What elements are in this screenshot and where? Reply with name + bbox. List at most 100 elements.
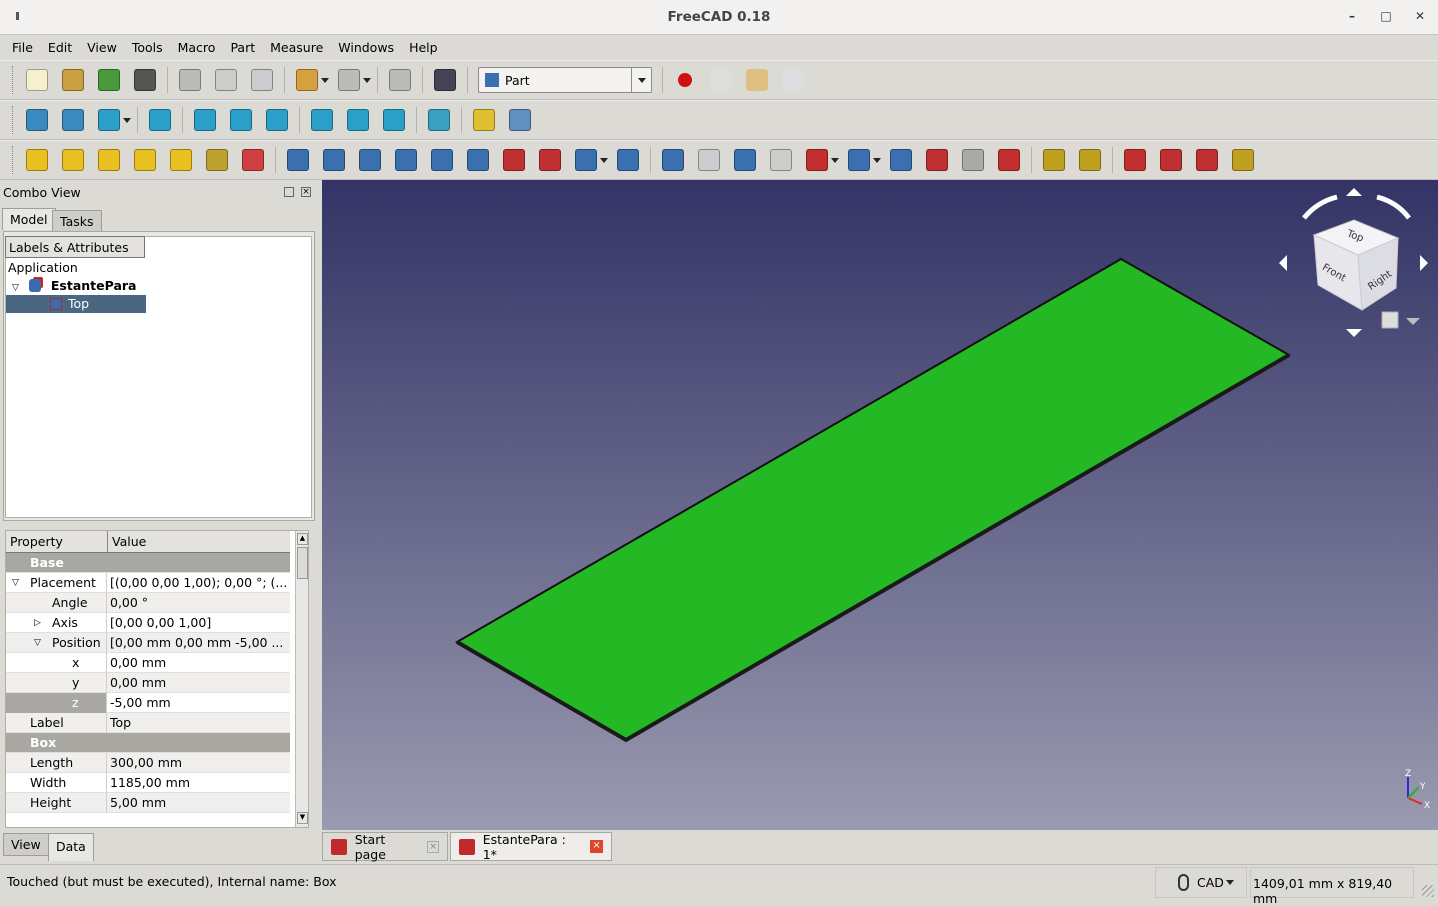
menu-file[interactable]: File <box>6 37 39 59</box>
property-value[interactable]: -5,00 mm <box>110 693 290 713</box>
float-panel-icon[interactable] <box>284 187 294 197</box>
menu-macro[interactable]: Macro <box>172 37 222 59</box>
view-left-icon[interactable] <box>383 109 405 131</box>
property-value[interactable]: [0,00 0,00 1,00] <box>110 613 290 633</box>
property-value[interactable]: [(0,00 0,00 1,00); 0,00 °; (... <box>110 573 290 593</box>
property-row-placement[interactable]: ▽ Placement [(0,00 0,00 1,00); 0,00 °; (..… <box>6 573 290 593</box>
toggle-3d-icon[interactable] <box>1232 149 1254 171</box>
measure-angular-icon[interactable] <box>1079 149 1101 171</box>
loft-icon[interactable] <box>539 149 561 171</box>
menu-view[interactable]: View <box>81 37 123 59</box>
close-tab-icon[interactable]: × <box>427 840 439 853</box>
sphere-icon[interactable] <box>98 149 120 171</box>
chevron-down-icon[interactable] <box>631 68 651 92</box>
view-top-icon[interactable] <box>230 109 252 131</box>
check-geometry-icon[interactable] <box>926 149 948 171</box>
expand-arrow-icon[interactable]: ▷ <box>34 613 41 633</box>
copy-icon[interactable] <box>215 69 237 91</box>
property-value[interactable]: [0,00 mm 0,00 mm -5,00 ... <box>110 633 290 653</box>
tree-item-top[interactable]: Top <box>6 295 146 313</box>
stop-macro-icon[interactable] <box>710 69 732 91</box>
import-icon[interactable] <box>98 69 120 91</box>
redo-icon[interactable] <box>338 69 360 91</box>
group-icon[interactable] <box>509 109 531 131</box>
refresh-icon[interactable] <box>389 69 411 91</box>
cross-sections-icon[interactable] <box>998 149 1020 171</box>
box-icon[interactable] <box>26 149 48 171</box>
run-macro-icon[interactable] <box>782 69 804 91</box>
compound-icon[interactable] <box>890 149 912 171</box>
fuse-icon[interactable] <box>734 149 756 171</box>
view-right-icon[interactable] <box>266 109 288 131</box>
whats-this-icon[interactable] <box>434 69 456 91</box>
toolbar-handle[interactable] <box>12 66 15 94</box>
new-document-icon[interactable] <box>26 69 48 91</box>
dropdown-arrow-icon[interactable] <box>831 157 839 163</box>
print-icon[interactable] <box>134 69 156 91</box>
tab-model[interactable]: Model <box>2 208 56 230</box>
cut-icon[interactable] <box>179 69 201 91</box>
primitives-icon[interactable] <box>242 149 264 171</box>
collapse-arrow-icon[interactable]: ▽ <box>12 573 19 593</box>
dropdown-arrow-icon[interactable] <box>321 77 329 83</box>
part-icon[interactable] <box>473 109 495 131</box>
minimize-button[interactable]: – <box>1345 9 1359 23</box>
maximize-button[interactable]: □ <box>1379 9 1393 23</box>
dropdown-arrow-icon[interactable] <box>600 157 608 163</box>
paste-icon[interactable] <box>251 69 273 91</box>
sweep-icon[interactable] <box>575 149 597 171</box>
cut-icon[interactable] <box>698 149 720 171</box>
tab-estantepara[interactable]: EstantePara : 1* × <box>450 832 612 862</box>
property-row-x[interactable]: x 0,00 mm <box>6 653 290 673</box>
split-icon[interactable] <box>848 149 870 171</box>
fillet-icon[interactable] <box>395 149 417 171</box>
tab-start-page[interactable]: Start page × <box>322 832 448 862</box>
view-rear-icon[interactable] <box>311 109 333 131</box>
property-value[interactable]: Top <box>110 713 290 733</box>
revolve-icon[interactable] <box>323 149 345 171</box>
tab-tasks[interactable]: Tasks <box>52 210 102 232</box>
measure-refresh-icon[interactable] <box>1124 149 1146 171</box>
torus-icon[interactable] <box>170 149 192 171</box>
menu-part[interactable]: Part <box>224 37 261 59</box>
tree-item-document[interactable]: ▽ EstantePara <box>12 277 312 295</box>
property-row-height[interactable]: Height 5,00 mm <box>6 793 290 813</box>
undo-icon[interactable] <box>296 69 318 91</box>
property-value[interactable]: 5,00 mm <box>110 793 290 813</box>
property-row-length[interactable]: Length 300,00 mm <box>6 753 290 773</box>
close-tab-icon[interactable]: × <box>590 840 603 853</box>
dropdown-arrow-icon[interactable] <box>123 117 131 123</box>
ruled-surface-icon[interactable] <box>503 149 525 171</box>
property-group[interactable]: Base <box>6 553 290 573</box>
menu-edit[interactable]: Edit <box>42 37 78 59</box>
resize-grip[interactable] <box>1422 885 1434 897</box>
view-bottom-icon[interactable] <box>347 109 369 131</box>
view-front-icon[interactable] <box>194 109 216 131</box>
close-button[interactable]: ✕ <box>1413 9 1427 23</box>
measure-linear-icon[interactable] <box>1043 149 1065 171</box>
create-tube-icon[interactable] <box>206 149 228 171</box>
fit-selection-icon[interactable] <box>62 109 84 131</box>
property-value[interactable]: 300,00 mm <box>110 753 290 773</box>
expand-arrow-icon[interactable]: ▽ <box>12 283 19 293</box>
toolbar-handle[interactable] <box>12 106 15 134</box>
mirror-icon[interactable] <box>359 149 381 171</box>
cylinder-icon[interactable] <box>62 149 84 171</box>
menu-windows[interactable]: Windows <box>332 37 400 59</box>
join-icon[interactable] <box>806 149 828 171</box>
menu-measure[interactable]: Measure <box>264 37 329 59</box>
navigation-style-button[interactable]: CAD <box>1155 867 1247 898</box>
property-scrollbar[interactable]: ▲ ▼ <box>295 531 308 827</box>
tab-view[interactable]: View <box>3 833 49 856</box>
property-row-position[interactable]: ▽ Position [0,00 mm 0,00 mm -5,00 ... <box>6 633 290 653</box>
property-value[interactable]: 1185,00 mm <box>110 773 290 793</box>
tab-data[interactable]: Data <box>48 833 94 861</box>
scroll-down-icon[interactable]: ▼ <box>297 812 308 824</box>
property-group[interactable]: Box <box>6 733 290 753</box>
3d-viewport[interactable]: Top Front Right Z Y X <box>322 180 1438 830</box>
menu-tools[interactable]: Tools <box>126 37 169 59</box>
toggle-all-icon[interactable] <box>1196 149 1218 171</box>
property-row-z[interactable]: z -5,00 mm <box>6 693 290 713</box>
draw-style-icon[interactable] <box>98 109 120 131</box>
tree-header[interactable]: Labels & Attributes <box>5 236 145 258</box>
